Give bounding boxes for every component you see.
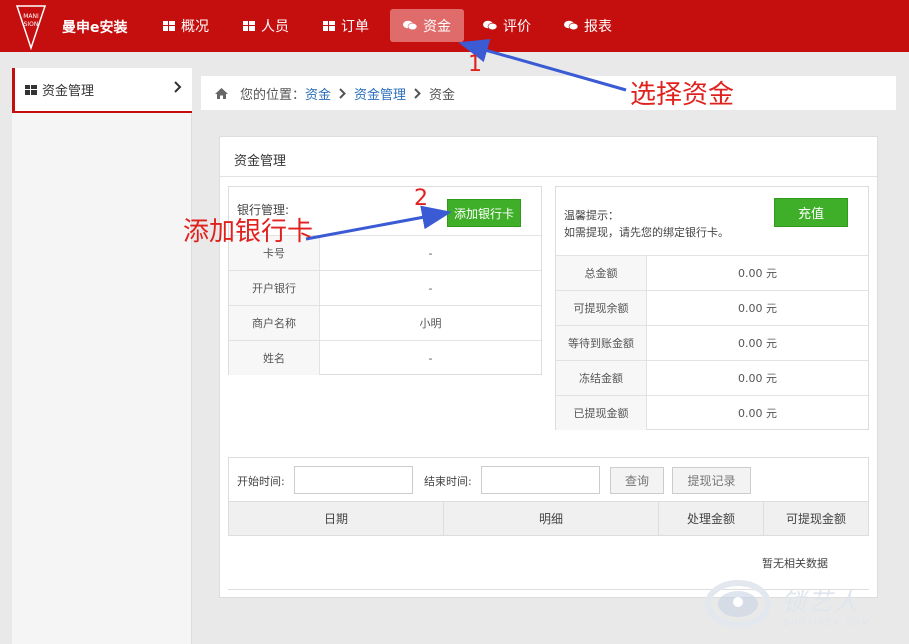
- step-1-label: 1: [468, 52, 482, 77]
- annotation-add-card: 添加银行卡: [183, 217, 314, 247]
- arrow-to-funds-tab: [458, 39, 627, 92]
- annotation-choose-funds: 选择资金: [630, 80, 735, 110]
- arrow-to-add-card: [305, 205, 452, 241]
- watermark: 锁艺人 SUOYIREN.COM: [704, 574, 904, 638]
- step-2-label: 2: [414, 186, 428, 211]
- watermark-subtext: SUOYIREN.COM: [784, 618, 871, 627]
- watermark-logo: [705, 580, 771, 628]
- annotation-arrows: [305, 39, 627, 241]
- watermark-text: 锁艺人: [782, 588, 860, 616]
